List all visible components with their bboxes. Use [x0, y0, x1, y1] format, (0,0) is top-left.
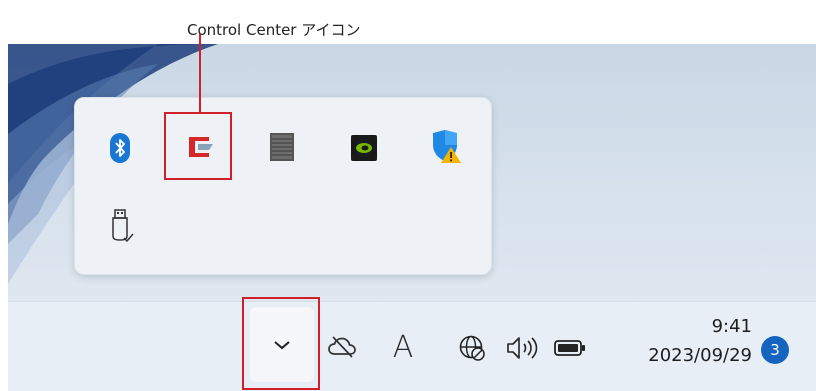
- annotation-callout-line: [199, 34, 201, 112]
- hidden-icons-flyout: [74, 97, 492, 275]
- caption-area: Control Center アイコン: [0, 8, 816, 44]
- speaker-volume-icon[interactable]: [503, 332, 543, 364]
- ime-label: A: [392, 329, 414, 365]
- clock-date: 2023/09/29: [648, 345, 752, 366]
- ime-mode-indicator[interactable]: A: [386, 327, 420, 367]
- onedrive-offline-icon[interactable]: [326, 331, 358, 363]
- control-center-highlight: [164, 112, 232, 180]
- chevron-highlight: [242, 297, 320, 390]
- windows-security-warning-icon[interactable]: [425, 126, 465, 166]
- battery-icon[interactable]: [551, 336, 589, 360]
- nvidia-icon[interactable]: [344, 128, 384, 168]
- usb-eject-icon[interactable]: [100, 206, 140, 246]
- notification-count-badge[interactable]: 3: [761, 336, 789, 364]
- taskbar-clock[interactable]: 9:41 2023/09/29: [648, 316, 752, 368]
- network-globe-icon[interactable]: [456, 332, 488, 364]
- clock-time: 9:41: [711, 316, 752, 337]
- annotation-label: Control Center アイコン: [187, 21, 361, 39]
- bluetooth-icon[interactable]: [100, 128, 140, 168]
- unknown-app-icon[interactable]: [262, 127, 302, 167]
